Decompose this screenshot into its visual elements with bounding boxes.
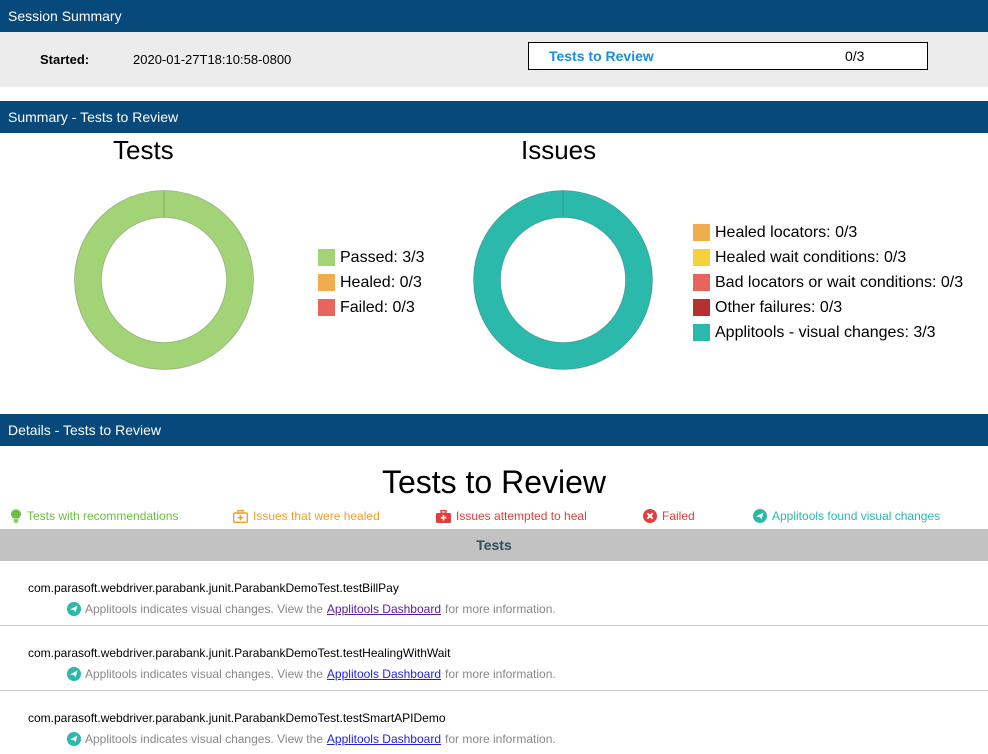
filter-label: Issues that were healed bbox=[253, 509, 380, 523]
applitools-dashboard-link[interactable]: Applitools Dashboard bbox=[327, 602, 441, 616]
tests-donut-chart bbox=[74, 190, 254, 370]
note-prefix: Applitools indicates visual changes. Vie… bbox=[85, 667, 323, 681]
tests-to-review-box: Tests to Review 0/3 bbox=[528, 42, 928, 70]
started-value: 2020-01-27T18:10:58-0800 bbox=[133, 52, 292, 67]
legend-swatch bbox=[318, 274, 335, 291]
filter-label: Tests with recommendations bbox=[27, 509, 179, 523]
test-name: com.parasoft.webdriver.parabank.junit.Pa… bbox=[28, 711, 446, 725]
issues-donut-chart bbox=[473, 190, 653, 370]
legend-label: Passed: 3/3 bbox=[340, 248, 425, 266]
legend-item: Healed wait conditions: 0/3 bbox=[693, 245, 963, 270]
filter-label: Failed bbox=[662, 509, 695, 523]
legend-swatch bbox=[693, 299, 710, 316]
note-prefix: Applitools indicates visual changes. Vie… bbox=[85, 732, 323, 746]
donut-slice-passed bbox=[74, 190, 254, 370]
applitools-dashboard-link[interactable]: Applitools Dashboard bbox=[327, 732, 441, 746]
test-row: com.parasoft.webdriver.parabank.junit.Pa… bbox=[0, 626, 988, 691]
legend-label: Applitools - visual changes: 3/3 bbox=[715, 323, 936, 341]
filter-tests-with-recommendations[interactable]: Tests with recommendations bbox=[10, 509, 178, 523]
applitools-icon bbox=[67, 667, 81, 681]
filter-applitools-visual[interactable]: Applitools found visual changes bbox=[753, 509, 940, 523]
legend-label: Bad locators or wait conditions: 0/3 bbox=[715, 273, 964, 291]
tests-table-header: Tests bbox=[0, 529, 988, 561]
test-note: Applitools indicates visual changes. Vie… bbox=[67, 732, 556, 746]
legend-label: Other failures: 0/3 bbox=[715, 298, 843, 316]
test-name: com.parasoft.webdriver.parabank.junit.Pa… bbox=[28, 646, 451, 660]
lightbulb-icon bbox=[11, 509, 21, 523]
medical-kit-icon bbox=[436, 509, 451, 523]
legend-item: Other failures: 0/3 bbox=[693, 295, 963, 320]
tests-chart-title: Tests bbox=[113, 135, 174, 165]
test-row: com.parasoft.webdriver.parabank.junit.Pa… bbox=[0, 691, 988, 754]
donut-outline bbox=[500, 217, 626, 343]
filter-label: Applitools found visual changes bbox=[772, 509, 941, 523]
filter-failed[interactable]: Failed bbox=[643, 509, 695, 523]
details-bar: Details - Tests to Review bbox=[0, 414, 988, 446]
applitools-icon bbox=[67, 732, 81, 746]
session-summary-bar: Session Summary bbox=[0, 0, 988, 32]
legend-swatch bbox=[693, 224, 710, 241]
test-name: com.parasoft.webdriver.parabank.junit.Pa… bbox=[28, 581, 399, 595]
note-suffix: for more information. bbox=[445, 732, 556, 746]
tests-header-label: Tests bbox=[476, 537, 512, 553]
details-title: Details - Tests to Review bbox=[8, 422, 162, 438]
legend-item: Applitools - visual changes: 3/3 bbox=[693, 320, 963, 345]
legend-label: Failed: 0/3 bbox=[340, 298, 415, 316]
legend-swatch bbox=[318, 249, 335, 266]
started-label: Started: bbox=[40, 52, 90, 67]
legend-label: Healed locators: 0/3 bbox=[715, 223, 858, 241]
tests-legend: Passed: 3/3 Healed: 0/3 Failed: 0/3 bbox=[318, 245, 425, 320]
session-summary-title: Session Summary bbox=[8, 8, 122, 24]
tests-to-review-count: 0/3 bbox=[845, 48, 865, 64]
donut-slice-applitools-visual-changes bbox=[473, 190, 653, 370]
donut-outline bbox=[101, 217, 227, 343]
applitools-dashboard-link[interactable]: Applitools Dashboard bbox=[327, 667, 441, 681]
issues-legend: Healed locators: 0/3 Healed wait conditio… bbox=[693, 220, 963, 345]
filter-issues-attempted[interactable]: Issues attempted to heal bbox=[436, 509, 587, 523]
note-prefix: Applitools indicates visual changes. Vie… bbox=[85, 602, 323, 616]
session-panel: Started: 2020-01-27T18:10:58-0800 Tests … bbox=[0, 32, 988, 87]
legend-swatch bbox=[318, 299, 335, 316]
summary-title: Summary - Tests to Review bbox=[8, 109, 179, 125]
filter-legend: Tests with recommendations Issues that w… bbox=[0, 509, 988, 527]
legend-item: Bad locators or wait conditions: 0/3 bbox=[693, 270, 963, 295]
legend-swatch bbox=[693, 249, 710, 266]
legend-label: Healed wait conditions: 0/3 bbox=[715, 248, 907, 266]
test-note: Applitools indicates visual changes. Vie… bbox=[67, 667, 556, 681]
issues-chart-title: Issues bbox=[521, 135, 597, 165]
applitools-icon bbox=[67, 602, 81, 616]
legend-item: Failed: 0/3 bbox=[318, 295, 425, 320]
filter-issues-healed[interactable]: Issues that were healed bbox=[233, 509, 380, 523]
test-row: com.parasoft.webdriver.parabank.junit.Pa… bbox=[0, 561, 988, 626]
note-suffix: for more information. bbox=[445, 602, 556, 616]
legend-item: Passed: 3/3 bbox=[318, 245, 425, 270]
applitools-icon bbox=[753, 509, 767, 523]
tests-to-review-heading: Tests to Review bbox=[381, 464, 607, 500]
first-aid-kit-icon bbox=[233, 509, 248, 523]
legend-swatch bbox=[693, 274, 710, 291]
filter-label: Issues attempted to heal bbox=[456, 509, 587, 523]
x-circle-icon bbox=[643, 509, 657, 523]
legend-swatch bbox=[693, 324, 710, 341]
legend-item: Healed: 0/3 bbox=[318, 270, 425, 295]
legend-label: Healed: 0/3 bbox=[340, 273, 422, 291]
tests-to-review-link[interactable]: Tests to Review bbox=[549, 48, 654, 64]
summary-bar: Summary - Tests to Review bbox=[0, 101, 988, 133]
test-note: Applitools indicates visual changes. Vie… bbox=[67, 602, 556, 616]
note-suffix: for more information. bbox=[445, 667, 556, 681]
legend-item: Healed locators: 0/3 bbox=[693, 220, 963, 245]
